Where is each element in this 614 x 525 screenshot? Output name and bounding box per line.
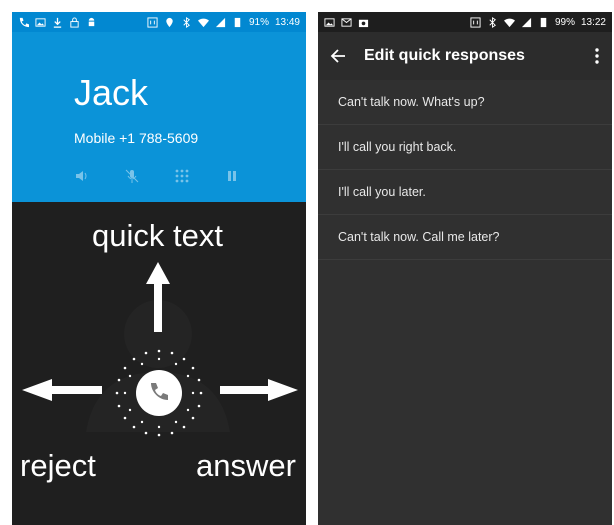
gmail-icon (341, 17, 352, 27)
quick-response-item[interactable]: I'll call you right back. (318, 125, 612, 170)
overflow-menu-icon[interactable] (594, 48, 600, 64)
battery-icon (540, 17, 547, 27)
bluetooth-icon (489, 16, 496, 28)
back-arrow-icon[interactable] (330, 48, 346, 64)
answer-label: answer (196, 448, 296, 483)
nfc-icon (470, 16, 481, 28)
battery-percent: 91% (248, 16, 269, 28)
android-icon (88, 17, 95, 26)
arrow-left-icon (22, 379, 102, 401)
signal-icon (215, 17, 226, 27)
arrow-right-icon (220, 379, 298, 401)
answer-area: quick text reject answer (12, 202, 306, 525)
dialpad-icon[interactable] (174, 168, 190, 184)
wifi-icon (197, 18, 209, 27)
phone-icon (19, 17, 29, 27)
caller-name: Jack (74, 72, 149, 113)
signal-icon (521, 17, 532, 27)
caller-number: Mobile +1 788-5609 (74, 130, 199, 146)
bluetooth-icon (183, 16, 190, 28)
mute-icon[interactable] (124, 168, 140, 184)
call-controls (74, 168, 240, 184)
image-icon (324, 17, 335, 27)
arrow-up-icon (146, 262, 170, 332)
quick-response-list: Can't talk now. What's up? I'll call you… (318, 80, 612, 260)
image-icon (35, 17, 46, 27)
page-title: Edit quick responses (364, 47, 525, 64)
caller-card: Jack Mobile +1 788-5609 (12, 32, 306, 202)
app-bar: Edit quick responses (318, 32, 612, 80)
clock: 13:22 (580, 16, 606, 28)
quick-text-label: quick text (92, 218, 223, 253)
quick-responses-screen: 99% 13:22 Edit quick responses Can't tal… (318, 12, 612, 525)
quick-response-item[interactable]: I'll call you later. (318, 170, 612, 215)
nfc-icon (147, 16, 158, 28)
hold-icon[interactable] (224, 168, 240, 184)
status-bar: 91% 13:49 (12, 12, 306, 32)
wifi-icon (503, 18, 515, 27)
clock: 13:49 (274, 16, 300, 28)
download-icon (53, 17, 62, 28)
answer-glowpad[interactable] (112, 346, 206, 440)
status-bar: 99% 13:22 (318, 12, 612, 32)
location-icon (166, 17, 173, 27)
speaker-icon[interactable] (74, 168, 90, 184)
incoming-call-screen: 91% 13:49 Jack Mobile +1 788-5609 quick … (12, 12, 306, 525)
reject-label: reject (20, 448, 96, 483)
photo-icon (358, 19, 369, 27)
quick-response-item[interactable]: Can't talk now. Call me later? (318, 215, 612, 260)
lock-icon (70, 16, 79, 28)
battery-icon (234, 17, 241, 27)
quick-response-item[interactable]: Can't talk now. What's up? (318, 80, 612, 125)
battery-percent: 99% (554, 16, 575, 28)
